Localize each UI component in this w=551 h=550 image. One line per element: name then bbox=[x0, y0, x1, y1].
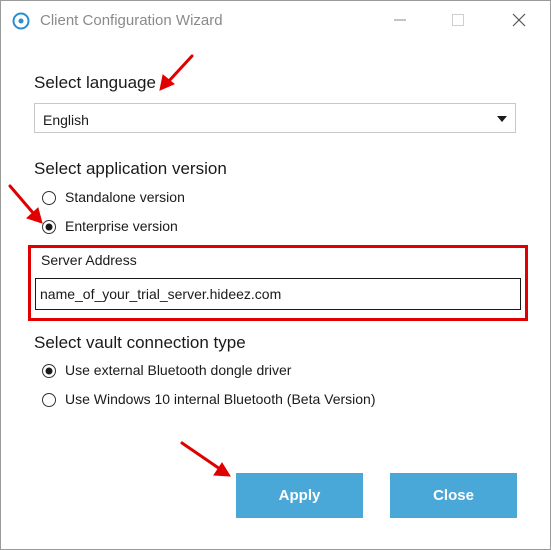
annotation-arrows bbox=[8, 54, 231, 477]
arrow-language-icon bbox=[159, 54, 194, 91]
arrow-apply-icon bbox=[180, 441, 231, 477]
arrow-enterprise-icon bbox=[8, 184, 43, 224]
